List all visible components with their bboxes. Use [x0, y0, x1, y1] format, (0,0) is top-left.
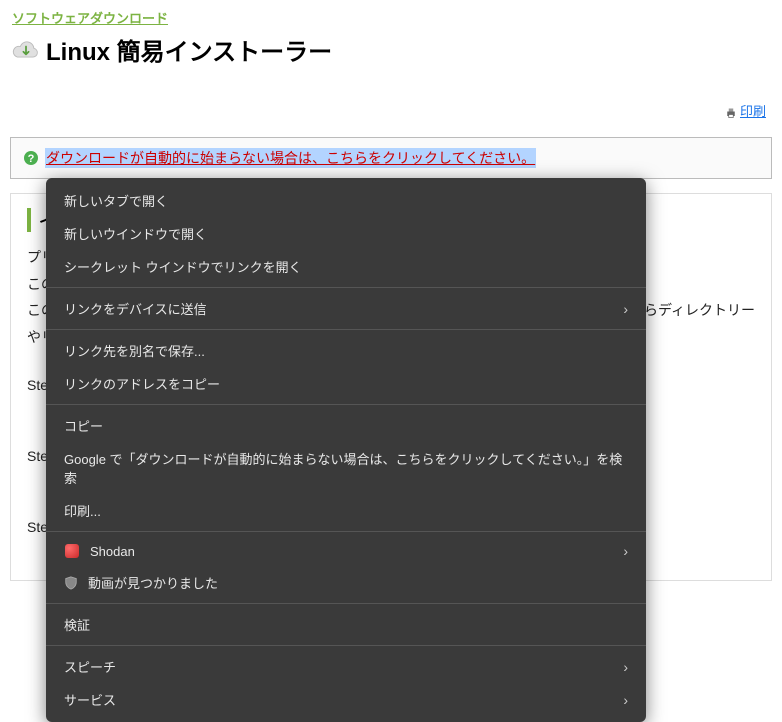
menu-copy[interactable]: コピー — [46, 409, 646, 442]
menu-shodan[interactable]: Shodan › — [46, 536, 646, 566]
menu-open-new-tab[interactable]: 新しいタブで開く — [46, 184, 646, 217]
menu-copy-link[interactable]: リンクのアドレスをコピー — [46, 367, 646, 400]
breadcrumb-link[interactable]: ソフトウェアダウンロード — [12, 11, 168, 26]
chevron-right-icon: › — [623, 301, 628, 317]
svg-text:?: ? — [28, 153, 35, 165]
menu-separator — [46, 329, 646, 330]
menu-separator — [46, 531, 646, 532]
menu-separator — [46, 603, 646, 604]
menu-services[interactable]: サービス› — [46, 683, 646, 716]
download-cloud-icon — [12, 39, 40, 61]
menu-separator — [46, 645, 646, 646]
menu-video-found[interactable]: 動画が見つかりました — [46, 566, 646, 599]
page-title: Linux 簡易インストーラー — [46, 32, 332, 67]
menu-speech[interactable]: スピーチ› — [46, 650, 646, 683]
menu-send-to-device[interactable]: リンクをデバイスに送信› — [46, 292, 646, 325]
context-menu: 新しいタブで開く 新しいウインドウで開く シークレット ウインドウでリンクを開く… — [46, 178, 646, 722]
shodan-icon — [64, 543, 80, 559]
menu-inspect[interactable]: 検証 — [46, 608, 646, 641]
menu-open-incognito[interactable]: シークレット ウインドウでリンクを開く — [46, 250, 646, 283]
print-icon — [725, 106, 737, 118]
menu-separator — [46, 287, 646, 288]
menu-print[interactable]: 印刷... — [46, 494, 646, 527]
menu-separator — [46, 404, 646, 405]
menu-save-link-as[interactable]: リンク先を別名で保存... — [46, 334, 646, 367]
chevron-right-icon: › — [623, 543, 628, 559]
chevron-right-icon: › — [623, 659, 628, 675]
help-icon: ? — [23, 150, 39, 166]
shield-icon — [64, 576, 78, 590]
menu-google-search[interactable]: Google で「ダウンロードが自動的に始まらない場合は、こちらをクリックしてく… — [46, 442, 646, 494]
menu-open-new-window[interactable]: 新しいウインドウで開く — [46, 217, 646, 250]
chevron-right-icon: › — [623, 692, 628, 708]
download-alert: ? ダウンロードが自動的に始まらない場合は、こちらをクリックしてください。 — [10, 137, 772, 179]
manual-download-link[interactable]: ダウンロードが自動的に始まらない場合は、こちらをクリックしてください。 — [45, 148, 536, 168]
print-link[interactable]: 印刷 — [740, 104, 766, 119]
